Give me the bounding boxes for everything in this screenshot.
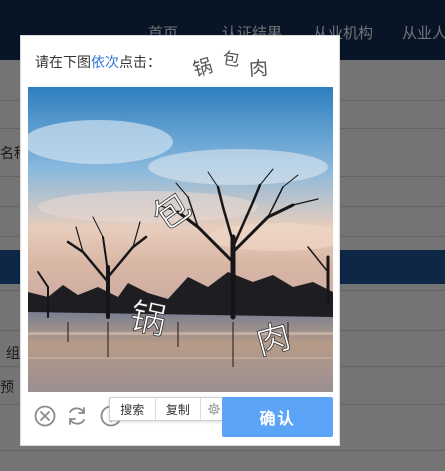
target-char: 包 [221,48,241,72]
context-menu: 搜索 复制 [109,397,228,421]
target-char: 肉 [248,57,269,81]
captcha-image[interactable]: 包 锅 肉 [28,87,333,392]
captcha-prompt: 请在下图依次点击： [35,52,161,72]
close-icon[interactable] [33,404,57,428]
copy-menu-item[interactable]: 复制 [156,398,202,420]
search-menu-item[interactable]: 搜索 [110,398,156,420]
target-char: 锅 [190,54,216,82]
captcha-dialog: 请在下图依次点击： 锅 包 肉 包 锅 肉 搜索 复制 确认 [20,35,340,446]
target-characters: 锅 包 肉 [189,42,281,82]
refresh-icon[interactable] [65,404,89,428]
confirm-button[interactable]: 确认 [222,397,333,437]
prompt-accent: 依次 [91,55,119,71]
prompt-text: 请在下图 [35,55,91,71]
prompt-text: 点击： [119,55,161,71]
